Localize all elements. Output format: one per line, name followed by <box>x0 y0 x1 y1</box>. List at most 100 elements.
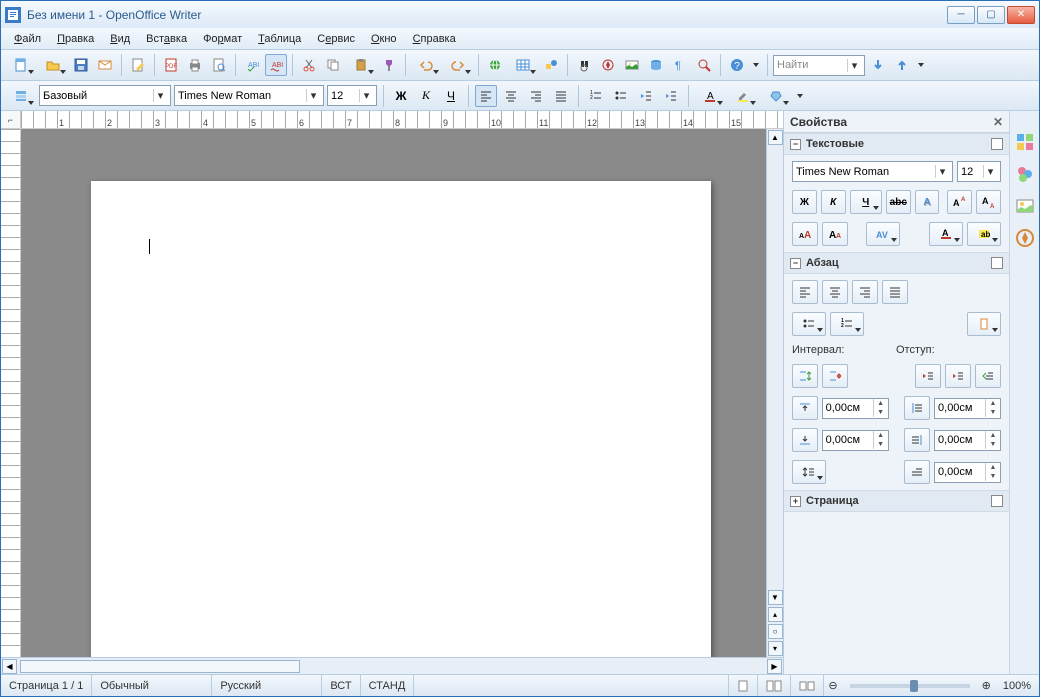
section-detach-icon[interactable] <box>991 495 1003 507</box>
status-style[interactable]: Обычный <box>92 675 212 696</box>
font-size-combo[interactable]: 12▾ <box>327 85 377 106</box>
vertical-ruler[interactable] <box>1 129 21 657</box>
sb-align-right-button[interactable] <box>852 280 878 304</box>
align-justify-button[interactable] <box>550 85 572 107</box>
increase-indent-button[interactable] <box>660 85 682 107</box>
navigator-button[interactable] <box>597 54 619 76</box>
bullets-button[interactable] <box>610 85 632 107</box>
sb-bgcolor-button[interactable] <box>967 312 1001 336</box>
scroll-left-button[interactable]: ◀ <box>2 659 17 674</box>
menu-file[interactable]: Файл <box>7 31 48 47</box>
underline-button[interactable]: Ч <box>440 85 462 107</box>
minimize-button[interactable]: ─ <box>947 6 975 24</box>
bg-color-button[interactable] <box>761 85 791 107</box>
sb-font-color-button[interactable]: A <box>929 222 963 246</box>
styles-button[interactable] <box>6 85 36 107</box>
menu-window[interactable]: Окно <box>364 31 404 47</box>
scroll-right-button[interactable]: ▶ <box>767 659 782 674</box>
undo-button[interactable] <box>411 54 441 76</box>
save-button[interactable] <box>70 54 92 76</box>
open-button[interactable] <box>38 54 68 76</box>
status-view-book[interactable] <box>791 675 824 696</box>
close-panel-button[interactable]: ✕ <box>993 115 1003 129</box>
menu-view[interactable]: Вид <box>103 31 137 47</box>
sb-bullets-button[interactable] <box>792 312 826 336</box>
email-button[interactable] <box>94 54 116 76</box>
toolbar-options-2-button[interactable] <box>915 54 927 76</box>
sb-inc-spacing-button[interactable] <box>792 364 818 388</box>
status-lang[interactable]: Русский <box>212 675 322 696</box>
sb-indent-left-input[interactable]: ▲▼ <box>934 398 1001 419</box>
sb-superscript-button[interactable]: AA <box>947 190 972 214</box>
horizontal-ruler[interactable]: ⌐ 123456789101112131415 <box>1 111 783 129</box>
tab-properties[interactable] <box>1014 131 1036 153</box>
section-page-header[interactable]: + Страница <box>784 490 1009 512</box>
section-para-header[interactable]: − Абзац <box>784 252 1009 274</box>
edit-doc-button[interactable] <box>127 54 149 76</box>
print-preview-button[interactable] <box>208 54 230 76</box>
print-button[interactable] <box>184 54 206 76</box>
sb-indent-right-input[interactable]: ▲▼ <box>934 430 1001 451</box>
sb-numbering-button[interactable]: 12 <box>830 312 864 336</box>
sb-shadow-button[interactable]: A <box>915 190 940 214</box>
numbering-button[interactable]: 12 <box>585 85 607 107</box>
help-button[interactable]: ? <box>726 54 748 76</box>
sb-space-above-input[interactable]: ▲▼ <box>822 398 889 419</box>
menu-format[interactable]: Формат <box>196 31 249 47</box>
bold-button[interactable]: Ж <box>390 85 412 107</box>
gallery-button[interactable] <box>621 54 643 76</box>
sb-align-justify-button[interactable] <box>882 280 908 304</box>
find-replace-button[interactable] <box>573 54 595 76</box>
close-button[interactable]: ✕ <box>1007 6 1035 24</box>
sb-underline-button[interactable]: Ч <box>850 190 882 214</box>
page[interactable] <box>91 181 711 657</box>
sb-dec-spacing-button[interactable] <box>822 364 848 388</box>
sb-hanging-indent-button[interactable] <box>975 364 1001 388</box>
menu-insert[interactable]: Вставка <box>139 31 194 47</box>
menu-edit[interactable]: Правка <box>50 31 101 47</box>
section-detach-icon[interactable] <box>991 138 1003 150</box>
scroll-down-button[interactable]: ▼ <box>768 590 783 605</box>
align-left-button[interactable] <box>475 85 497 107</box>
sb-italic-button[interactable]: К <box>821 190 846 214</box>
tab-styles[interactable] <box>1014 163 1036 185</box>
hyperlink-button[interactable] <box>484 54 506 76</box>
export-pdf-button[interactable]: PDF <box>160 54 182 76</box>
sb-highlight-button[interactable]: ab <box>967 222 1001 246</box>
italic-button[interactable]: К <box>415 85 437 107</box>
cut-button[interactable] <box>298 54 320 76</box>
sb-line-spacing-button[interactable] <box>792 460 826 484</box>
nav-button[interactable]: ○ <box>768 624 783 639</box>
sb-align-center-button[interactable] <box>822 280 848 304</box>
align-center-button[interactable] <box>500 85 522 107</box>
sidebar-font-combo[interactable]: Times New Roman▾ <box>792 161 953 182</box>
align-right-button[interactable] <box>525 85 547 107</box>
zoom-out-button[interactable]: ⊖ <box>824 675 841 696</box>
prev-page-button[interactable]: ▴ <box>768 607 783 622</box>
font-color-button[interactable]: A <box>695 85 725 107</box>
paragraph-style-combo[interactable]: Базовый▾ <box>39 85 171 106</box>
sb-grow-font-button[interactable]: AA <box>792 222 818 246</box>
decrease-indent-button[interactable] <box>635 85 657 107</box>
scroll-thumb[interactable] <box>20 660 300 673</box>
font-name-combo[interactable]: Times New Roman▾ <box>174 85 324 106</box>
maximize-button[interactable]: ▢ <box>977 6 1005 24</box>
scroll-up-button[interactable]: ▲ <box>768 130 783 145</box>
table-button[interactable] <box>508 54 538 76</box>
sb-space-below-input[interactable]: ▲▼ <box>822 430 889 451</box>
sb-shrink-font-button[interactable]: AA <box>822 222 848 246</box>
toolbar-options-button[interactable] <box>750 54 762 76</box>
redo-button[interactable] <box>443 54 473 76</box>
next-page-button[interactable]: ▾ <box>768 641 783 656</box>
new-button[interactable] <box>6 54 36 76</box>
copy-button[interactable] <box>322 54 344 76</box>
sb-inc-indent-button[interactable] <box>915 364 941 388</box>
sb-spacing-button[interactable]: AV <box>866 222 900 246</box>
auto-spellcheck-button[interactable]: ABC <box>265 54 287 76</box>
section-text-header[interactable]: − Текстовые <box>784 133 1009 155</box>
sidebar-size-combo[interactable]: 12▾ <box>957 161 1001 182</box>
horizontal-scrollbar[interactable]: ◀ ▶ <box>1 657 783 674</box>
document-canvas[interactable] <box>21 129 766 657</box>
sb-firstline-indent-input[interactable]: ▲▼ <box>934 462 1001 483</box>
sb-dec-indent-button[interactable] <box>945 364 971 388</box>
